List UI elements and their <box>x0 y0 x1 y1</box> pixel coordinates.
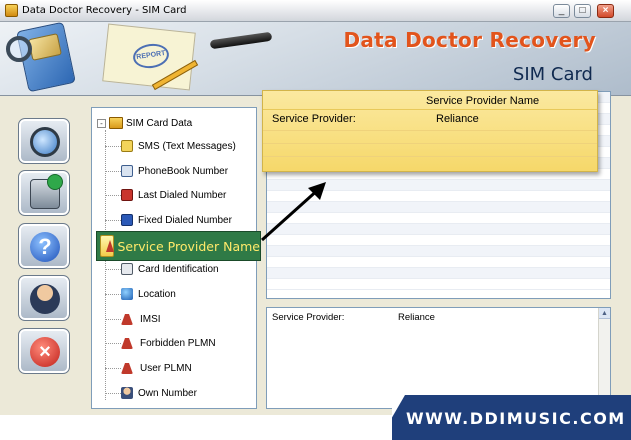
phonebook-icon <box>121 165 133 177</box>
tree-item-phonebook[interactable]: PhoneBook Number <box>105 163 228 179</box>
tree-item-sms[interactable]: SMS (Text Messages) <box>105 138 236 154</box>
tree-item-label: Forbidden PLMN <box>140 337 216 349</box>
grid-row: Service Provider: Reliance <box>263 112 597 127</box>
tree-root[interactable]: - SIM Card Data <box>97 116 192 130</box>
tree-item-user-plmn[interactable]: User PLMN <box>105 360 192 376</box>
exit-button[interactable]: × <box>18 328 70 374</box>
pointer-arrow-icon <box>260 182 326 242</box>
tree-item-label: Own Number <box>138 387 197 399</box>
maximize-button[interactable]: □ <box>574 4 591 18</box>
help-button[interactable]: ? <box>18 223 70 269</box>
tree-item-label: SMS (Text Messages) <box>138 140 236 152</box>
pen-image <box>209 31 273 50</box>
window-title: Data Doctor Recovery - SIM Card <box>22 5 187 16</box>
tree-item-label: IMSI <box>140 313 161 325</box>
scroll-up-icon[interactable]: ▲ <box>599 308 610 319</box>
user-icon <box>30 284 60 314</box>
tree-item-label: User PLMN <box>140 362 192 374</box>
sim-folder-icon <box>109 117 123 129</box>
selected-item-label: Service Provider Name <box>117 238 261 254</box>
magnifier-image <box>6 36 32 62</box>
search-icon <box>30 127 60 157</box>
help-icon: ? <box>30 232 60 262</box>
sms-icon <box>121 140 133 152</box>
exit-icon: × <box>30 337 60 367</box>
website-url: WWW.DDIMUSIC.COM <box>406 409 626 428</box>
tree-item-label: PhoneBook Number <box>138 165 229 177</box>
header-banner: REPORT Data Doctor Recovery SIM Card <box>0 22 631 96</box>
detail-key: Service Provider: <box>272 312 345 323</box>
minimize-button[interactable]: _ <box>553 4 570 18</box>
tower-icon <box>121 313 133 325</box>
zoomed-grid-callout: Service Provider Name Service Provider: … <box>262 90 598 172</box>
row-value: Reliance <box>436 113 479 125</box>
tree-item-imsi[interactable]: IMSI <box>105 311 161 327</box>
about-button[interactable] <box>18 275 70 321</box>
app-window: Data Doctor Recovery - SIM Card _ □ × RE… <box>0 0 631 415</box>
detail-panel[interactable]: Service Provider: Reliance ▲ <box>266 307 611 409</box>
save-icon <box>30 174 63 209</box>
grid-column-header: Service Provider Name <box>263 95 597 108</box>
save-button[interactable] <box>18 170 70 216</box>
app-icon <box>5 4 18 17</box>
tower-icon <box>121 362 133 374</box>
tree-item-forbidden-plmn[interactable]: Forbidden PLMN <box>105 335 216 351</box>
website-banner: WWW.DDIMUSIC.COM <box>392 395 631 440</box>
tree-item-label: Last Dialed Number <box>138 189 227 201</box>
tower-icon <box>121 337 133 349</box>
tree-item-label: Card Identification <box>138 263 219 275</box>
collapse-icon[interactable]: - <box>97 118 106 128</box>
banner-subtitle: SIM Card <box>512 64 593 85</box>
tower-icon <box>100 235 114 257</box>
tree-item-fixed-dialed[interactable]: Fixed Dialed Number <box>105 212 232 228</box>
tree-item-last-dialed[interactable]: Last Dialed Number <box>105 187 226 203</box>
detail-scrollbar[interactable]: ▲ <box>598 308 610 408</box>
column-header-label: Service Provider Name <box>426 95 540 107</box>
phone-icon <box>121 214 133 226</box>
card-icon <box>121 263 133 275</box>
side-toolbar: ? × <box>10 108 80 408</box>
tree-item-card-id[interactable]: Card Identification <box>105 261 219 277</box>
tree-item-service-provider[interactable]: Service Provider Name <box>96 231 261 261</box>
tree-root-label: SIM Card Data <box>126 117 193 129</box>
tree-item-own-number[interactable]: Own Number <box>105 385 197 401</box>
globe-icon <box>121 288 133 300</box>
title-bar: Data Doctor Recovery - SIM Card _ □ × <box>0 0 631 22</box>
search-button[interactable] <box>18 118 70 164</box>
phone-icon <box>121 189 133 201</box>
person-icon <box>121 387 133 399</box>
tree-item-label: Location <box>138 288 176 300</box>
tree-item-location[interactable]: Location <box>105 286 176 302</box>
close-button[interactable]: × <box>597 4 614 18</box>
row-key: Service Provider: <box>272 113 356 125</box>
banner-title: Data Doctor Recovery <box>343 28 596 52</box>
detail-value: Reliance <box>398 312 435 323</box>
tree-item-label: Fixed Dialed Number <box>138 214 232 226</box>
